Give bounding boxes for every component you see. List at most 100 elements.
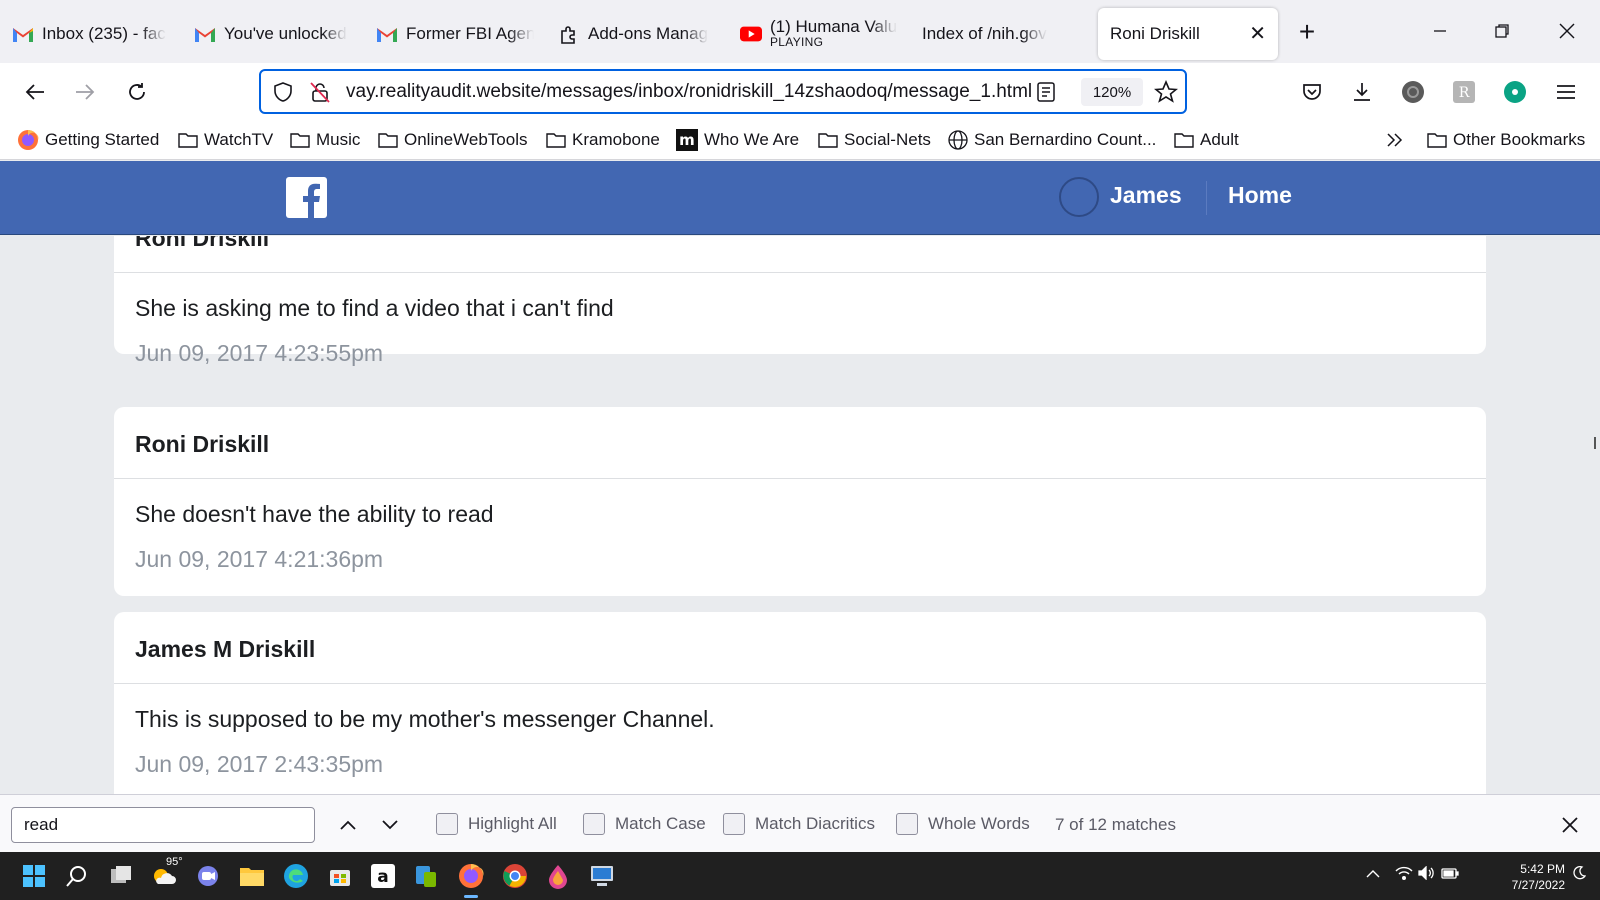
- bookmark-onlinewebtools[interactable]: OnlineWebTools: [378, 128, 527, 152]
- bookmark-kramobone[interactable]: Kramobone: [546, 128, 660, 152]
- checkbox-box[interactable]: [896, 813, 918, 835]
- svg-text:m: m: [679, 131, 695, 149]
- zoom-level-button[interactable]: 120%: [1081, 78, 1143, 106]
- whole-words-checkbox[interactable]: Whole Words: [896, 813, 1030, 835]
- phone-link-icon: [416, 866, 436, 887]
- back-button[interactable]: [15, 72, 55, 112]
- edge-button[interactable]: [280, 860, 312, 892]
- highlight-all-checkbox[interactable]: Highlight All: [436, 813, 557, 835]
- bookmark-social-nets[interactable]: Social-Nets: [818, 128, 931, 152]
- url-text[interactable]: vay.realityaudit.website/messages/inbox/…: [346, 81, 1034, 103]
- tab-fbi-agent[interactable]: Former FBI Agen: [364, 8, 546, 60]
- search-icon: [66, 866, 86, 887]
- facebook-header: James Home: [0, 161, 1600, 235]
- bookmark-san-bernardino[interactable]: San Bernardino Count...: [948, 128, 1156, 152]
- task-view-icon: [111, 866, 131, 883]
- new-tab-button[interactable]: +: [1284, 9, 1330, 55]
- show-hidden-icons-button[interactable]: [1366, 866, 1380, 882]
- tab-nih-index[interactable]: Index of /nih.gov: [910, 8, 1092, 60]
- checkbox-label: Whole Words: [928, 814, 1030, 833]
- close-window-button[interactable]: [1537, 8, 1597, 54]
- tab-addons[interactable]: Add-ons Manag: [546, 8, 728, 60]
- clock-time: 5:42 PM: [1520, 862, 1565, 876]
- battery-button[interactable]: [1441, 866, 1459, 883]
- app-menu-button[interactable]: [1546, 72, 1586, 112]
- svg-text:R: R: [1459, 85, 1470, 101]
- phone-link-button[interactable]: [411, 860, 443, 892]
- navigation-toolbar: vay.realityaudit.website/messages/inbox/…: [0, 63, 1600, 121]
- clock[interactable]: 5:42 PM 7/27/2022: [1495, 861, 1565, 893]
- bookmark-other-bookmarks[interactable]: Other Bookmarks: [1427, 128, 1585, 152]
- paint-app-button[interactable]: [542, 860, 574, 892]
- close-icon: [1562, 817, 1578, 833]
- pocket-button[interactable]: [1292, 72, 1332, 112]
- tab-title: (1) Humana Valu: [770, 18, 898, 37]
- file-explorer-button[interactable]: [236, 860, 268, 892]
- find-close-button[interactable]: [1552, 807, 1588, 843]
- tab-playing-label: PLAYING: [770, 35, 824, 49]
- shield-icon[interactable]: [272, 81, 294, 108]
- bookmark-label: Who We Are: [704, 130, 800, 149]
- bookmark-who-we-are[interactable]: m Who We Are: [676, 128, 799, 152]
- bookmark-star-icon[interactable]: [1153, 79, 1179, 109]
- extension-button-2[interactable]: R: [1444, 72, 1484, 112]
- find-match-count: 7 of 12 matches: [1055, 815, 1176, 834]
- remote-desktop-button[interactable]: [586, 860, 618, 892]
- bookmark-watchtv[interactable]: WatchTV: [178, 128, 273, 152]
- bookmark-label: Adult: [1200, 130, 1239, 149]
- match-case-checkbox[interactable]: Match Case: [583, 813, 706, 835]
- restore-button[interactable]: [1472, 8, 1532, 54]
- tab-inbox[interactable]: Inbox (235) - fac: [0, 8, 182, 60]
- task-view-button[interactable]: [105, 860, 137, 892]
- folder-icon: [1174, 131, 1194, 149]
- chat-button[interactable]: [192, 860, 224, 892]
- extension-button-3[interactable]: [1495, 72, 1535, 112]
- bookmark-music[interactable]: Music: [290, 128, 360, 152]
- store-button[interactable]: [324, 860, 356, 892]
- bookmark-label: Music: [316, 130, 361, 149]
- weather-widget[interactable]: 95°: [148, 856, 183, 892]
- search-button[interactable]: [61, 860, 93, 892]
- facebook-logo-icon[interactable]: [286, 177, 327, 218]
- checkbox-box[interactable]: [583, 813, 605, 835]
- avatar[interactable]: [1059, 177, 1099, 217]
- forward-button[interactable]: [65, 72, 105, 112]
- notifications-button[interactable]: [1572, 866, 1587, 883]
- profile-name-link[interactable]: James: [1110, 182, 1182, 209]
- find-next-button[interactable]: [373, 808, 407, 842]
- wifi-button[interactable]: [1395, 866, 1413, 883]
- minimize-button[interactable]: [1410, 8, 1470, 54]
- weather-temperature: 95°: [166, 856, 183, 868]
- pocket-icon: [1303, 84, 1321, 100]
- address-bar[interactable]: vay.realityaudit.website/messages/inbox/…: [259, 69, 1187, 114]
- reader-view-icon[interactable]: [1036, 81, 1056, 108]
- reload-button[interactable]: [117, 72, 157, 112]
- downloads-button[interactable]: [1342, 72, 1382, 112]
- bookmarks-overflow-button[interactable]: [1385, 128, 1411, 152]
- tab-humana[interactable]: (1) Humana Valu PLAYING: [728, 8, 910, 60]
- extension-button-1[interactable]: [1393, 72, 1433, 112]
- close-tab-icon[interactable]: ✕: [1249, 21, 1266, 46]
- find-previous-button[interactable]: [331, 808, 365, 842]
- restore-icon: [1495, 24, 1509, 38]
- message-timestamp: Jun 09, 2017 2:43:35pm: [135, 751, 384, 777]
- volume-button[interactable]: [1418, 865, 1436, 883]
- find-input[interactable]: read: [11, 807, 315, 843]
- bookmark-adult[interactable]: Adult: [1174, 128, 1239, 152]
- chevron-up-icon: [1366, 870, 1380, 878]
- bookmark-getting-started[interactable]: Getting Started: [17, 128, 159, 152]
- checkbox-box[interactable]: [436, 813, 458, 835]
- windows-logo-icon: [23, 865, 45, 887]
- start-button[interactable]: [18, 860, 50, 892]
- firefox-taskbar-button[interactable]: [455, 860, 487, 898]
- tab-roni-driskill[interactable]: Roni Driskill ✕: [1098, 7, 1278, 60]
- insecure-lock-icon[interactable]: [309, 81, 331, 108]
- chrome-button[interactable]: [499, 860, 531, 892]
- scrollbar-thumb[interactable]: [1594, 437, 1596, 449]
- home-link[interactable]: Home: [1228, 182, 1292, 209]
- match-diacritics-checkbox[interactable]: Match Diacritics: [723, 813, 875, 835]
- tab-unlocked[interactable]: You've unlocked: [182, 8, 364, 60]
- amazon-button[interactable]: a: [367, 860, 399, 892]
- speaker-icon: [1418, 865, 1434, 881]
- checkbox-box[interactable]: [723, 813, 745, 835]
